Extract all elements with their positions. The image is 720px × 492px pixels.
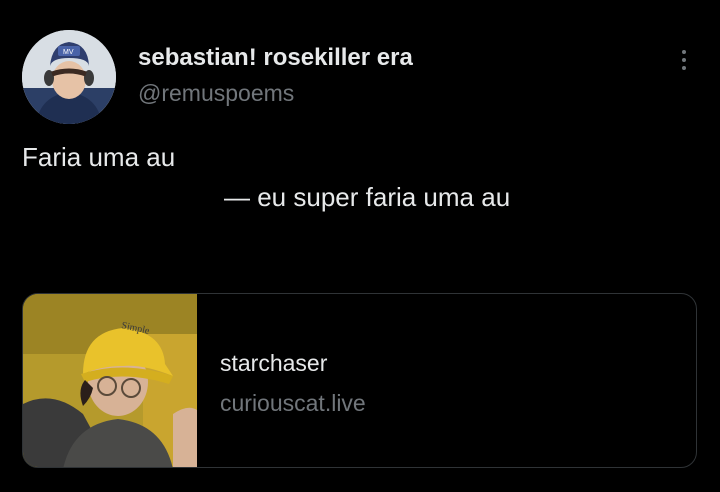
link-card-image: Simple (23, 294, 197, 467)
more-options-button[interactable] (672, 44, 696, 76)
link-card-title: starchaser (220, 350, 328, 376)
more-vertical-icon-dot (682, 66, 686, 70)
link-card-thumbnail: Simple (23, 294, 197, 467)
post-text-line: Faria uma au (22, 142, 176, 172)
author-handle[interactable]: @remuspoems (138, 80, 294, 107)
more-vertical-icon-dot (682, 58, 686, 62)
tweet: MV sebastian! rosekiller era @remuspoems… (0, 0, 720, 492)
more-vertical-icon (682, 50, 686, 54)
link-card-domain: curiouscat.live (220, 390, 366, 416)
avatar-image: MV (22, 30, 116, 124)
author-display-name[interactable]: sebastian! rosekiller era (138, 44, 413, 72)
post-text-line: — eu super faria uma au (224, 182, 511, 212)
svg-text:MV: MV (63, 49, 74, 56)
avatar[interactable]: MV (22, 30, 116, 124)
link-card[interactable]: Simple starchaser curiouscat.live (22, 293, 697, 468)
